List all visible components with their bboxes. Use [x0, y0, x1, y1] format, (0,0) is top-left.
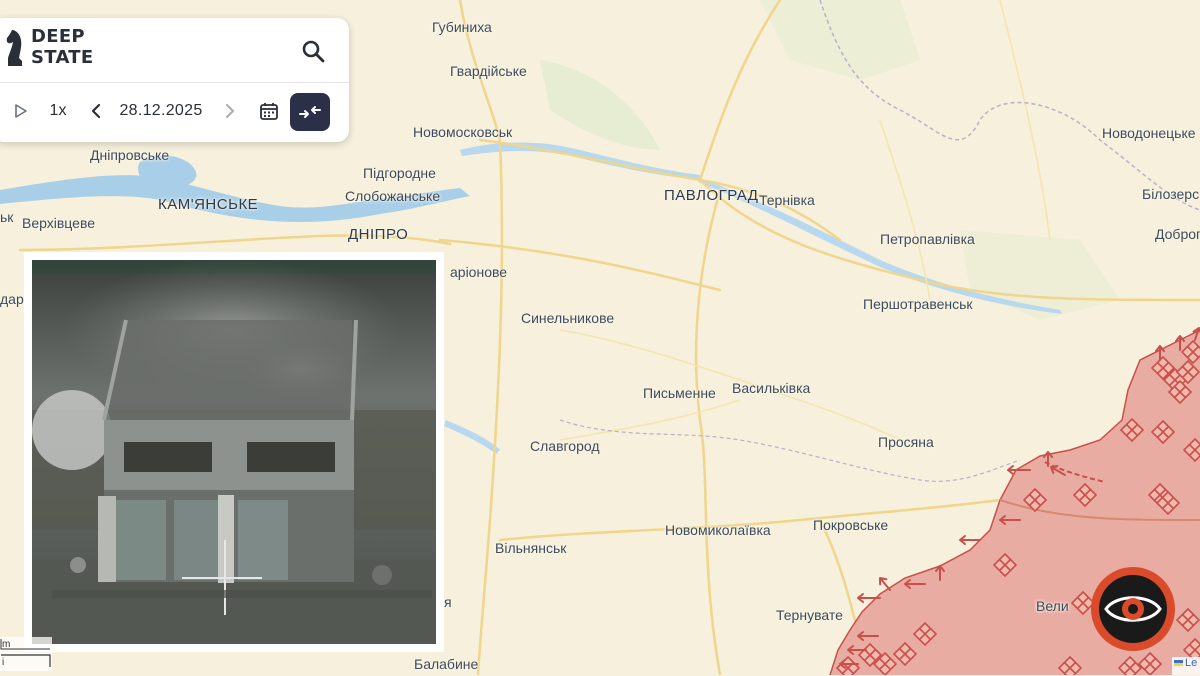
place-label: Новомиколаївка — [665, 522, 771, 538]
attack-arrow-icon — [879, 577, 891, 591]
drone-photo — [32, 260, 436, 644]
place-label: Дніпровське — [90, 147, 170, 163]
place-label: Вели — [1036, 598, 1069, 614]
forest-area — [760, 0, 920, 80]
app-logo: DEEP STATE — [31, 26, 93, 68]
logo-line-1: DEEP — [31, 26, 85, 47]
panel-divider — [0, 82, 349, 83]
place-label: ьк — [0, 209, 14, 225]
chevron-right-icon — [226, 104, 234, 118]
scale-bar: m i — [0, 637, 52, 671]
play-button[interactable] — [8, 88, 34, 134]
search-button[interactable] — [300, 38, 328, 66]
place-label: я — [444, 594, 452, 610]
place-label: ДНІПРО — [348, 226, 409, 243]
place-label: Слобожанське — [345, 188, 441, 204]
place-label: Новомосковськ — [413, 124, 513, 140]
place-label: Петропавлівка — [880, 231, 975, 247]
calendar-button[interactable] — [254, 88, 284, 134]
place-label: Білозерс — [1142, 186, 1200, 202]
place-label: Письменне — [643, 385, 716, 401]
speed-button[interactable]: 1x — [42, 88, 74, 134]
search-icon — [302, 40, 325, 63]
minor-roads — [559, 0, 1051, 441]
place-label: ПАВЛОГРАД — [664, 187, 759, 204]
place-label: Вільнянськ — [495, 540, 567, 556]
map-attribution[interactable]: Le — [1172, 657, 1200, 675]
inset-photo-frame — [24, 252, 444, 652]
place-label: Славгород — [530, 438, 600, 454]
place-label: Тернувате — [776, 607, 843, 623]
place-label: Гвардійське — [450, 63, 527, 79]
chevron-left-icon — [91, 103, 101, 119]
date-display[interactable]: 28.12.2025 — [114, 88, 208, 134]
next-day-button[interactable] — [218, 88, 242, 134]
place-label: Васильківка — [732, 380, 811, 396]
place-label: Доброп — [1155, 226, 1200, 242]
place-label: Балабине — [414, 656, 479, 672]
place-label: Губиниха — [432, 19, 492, 35]
compare-arrows-icon — [299, 106, 321, 118]
region-border — [559, 419, 1021, 482]
place-label: дар — [0, 291, 24, 307]
place-label: Новодонецьке — [1102, 125, 1196, 141]
place-label: аріонове — [450, 264, 508, 280]
forest-area — [540, 60, 660, 150]
channel-logo-badge — [1091, 567, 1175, 651]
attribution-link[interactable]: Le — [1185, 657, 1197, 669]
place-label: Тернівка — [759, 192, 815, 208]
river-southwest — [444, 420, 500, 454]
flag-icon — [1174, 660, 1183, 667]
forest-area — [960, 230, 1120, 320]
calendar-icon — [260, 103, 278, 120]
place-label: Верхівцеве — [22, 215, 96, 231]
place-label: КАМ'ЯНСЬКЕ — [158, 196, 259, 213]
place-label: Підгородне — [363, 165, 436, 181]
logo-line-2: STATE — [31, 47, 94, 68]
scale-label-imperial: i — [2, 657, 5, 668]
play-icon — [15, 104, 27, 118]
place-label: Синельникове — [521, 310, 615, 326]
knight-logo-icon — [6, 30, 22, 66]
place-label: Першотравенськ — [863, 296, 973, 312]
previous-day-button[interactable] — [84, 88, 108, 134]
place-label: Просяна — [878, 434, 934, 450]
control-panel: DEEP STATE 1x 28.12.2025 — [0, 18, 349, 142]
scale-label-metric: m — [2, 639, 11, 650]
compare-toggle-button[interactable] — [290, 93, 330, 131]
place-label: Покровське — [813, 517, 889, 533]
